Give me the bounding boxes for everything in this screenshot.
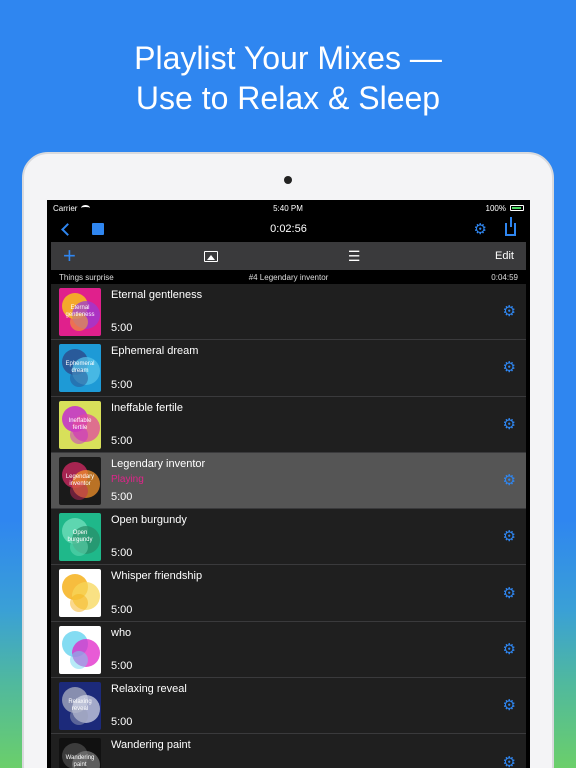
mix-title: who: [111, 626, 132, 639]
edit-button[interactable]: Edit: [495, 250, 514, 262]
battery-icon: [510, 205, 524, 211]
mix-thumbnail: [59, 625, 101, 674]
mix-duration: 5:00: [111, 716, 133, 729]
thumbnail-label: Eternal gentleness: [65, 305, 95, 318]
add-icon[interactable]: +: [63, 245, 76, 267]
thumbnail-label: Wandering paint: [65, 755, 95, 768]
app-screen: Carrier 5:40 PM 100% 0:02:56 ⚙ + ☰ Edit …: [47, 200, 530, 768]
playlist-row[interactable]: Legendary inventor Legendary inventor Pl…: [51, 452, 526, 510]
image-icon[interactable]: [203, 250, 218, 262]
mix-title: Wandering paint: [111, 739, 191, 752]
current-track: #4 Legendary inventor: [248, 272, 329, 282]
mix-settings-icon[interactable]: ⚙: [503, 642, 516, 657]
playlist-row[interactable]: Eternal gentleness Eternal gentleness 5:…: [51, 284, 526, 341]
mix-settings-icon[interactable]: ⚙: [503, 360, 516, 375]
mix-thumbnail: Relaxing reveal: [59, 682, 101, 731]
mix-settings-icon[interactable]: ⚙: [503, 586, 516, 601]
thumbnail-label: Legendary inventor: [65, 473, 95, 487]
mix-duration: 5:00: [111, 603, 133, 616]
playlist-row[interactable]: Ephemeral dream Ephemeral dream 5:00 ⚙: [51, 340, 526, 397]
headline-line-2: Use to Relax & Sleep: [135, 80, 441, 116]
list-icon[interactable]: ☰: [348, 249, 361, 263]
headline-line-1: Playlist Your Mixes —: [134, 40, 442, 76]
playlist-row[interactable]: Whisper friendship 5:00 ⚙: [51, 565, 526, 622]
mix-title: Ephemeral dream: [111, 345, 199, 358]
mix-thumbnail: Wandering paint: [59, 738, 101, 768]
playing-status: Playing: [111, 473, 144, 485]
mix-title: Relaxing reveal: [111, 683, 187, 696]
thumbnail-label: Ineffable fertile: [68, 417, 92, 431]
mix-title: Ineffable fertile: [111, 401, 183, 414]
mix-title: Open burgundy: [111, 514, 187, 527]
playlist-row[interactable]: Ineffable fertile Ineffable fertile 5:00…: [51, 396, 526, 453]
status-bar: Carrier 5:40 PM 100%: [47, 200, 530, 216]
wifi-icon: [81, 205, 91, 211]
mix-settings-icon[interactable]: ⚙: [503, 698, 516, 713]
back-icon[interactable]: [61, 222, 74, 236]
stop-icon[interactable]: [92, 223, 104, 235]
mix-title: Legendary inventor: [111, 457, 206, 470]
thumbnail-label: Open burgundy: [67, 530, 93, 544]
mix-settings-icon[interactable]: ⚙: [503, 473, 516, 488]
headline: Playlist Your Mixes — Use to Relax & Sle…: [0, 38, 576, 118]
mix-duration: 5:00: [111, 491, 133, 504]
mix-title: Eternal gentleness: [111, 289, 203, 301]
mix-duration: 5:00: [111, 547, 133, 560]
mix-thumbnail: Open burgundy: [59, 513, 101, 562]
gear-icon[interactable]: ⚙: [474, 222, 487, 237]
mix-thumbnail: Ineffable fertile: [59, 400, 101, 449]
thumbnail-label: Ephemeral dream: [65, 361, 95, 375]
playlist-row[interactable]: Wandering paint Wandering paint ⚙: [51, 734, 526, 768]
now-playing-bar: Things surprise #4 Legendary inventor 0:…: [51, 270, 526, 284]
thumbnail-label: Relaxing reveal: [68, 699, 92, 713]
mix-duration: 5:00: [111, 434, 133, 447]
nav-bar: 0:02:56 ⚙: [47, 216, 530, 242]
mix-thumbnail: Legendary inventor: [59, 456, 101, 505]
playback-timer: 0:02:56: [270, 223, 307, 235]
mix-duration: 5:00: [111, 322, 133, 335]
mix-settings-icon[interactable]: ⚙: [503, 304, 516, 319]
playlist-row[interactable]: Open burgundy Open burgundy 5:00 ⚙: [51, 509, 526, 566]
playlist-row[interactable]: who 5:00 ⚙: [51, 621, 526, 679]
playlist: Eternal gentleness Eternal gentleness 5:…: [51, 284, 526, 768]
camera-icon: [284, 176, 292, 184]
mix-thumbnail: Eternal gentleness: [59, 288, 101, 336]
mix-settings-icon[interactable]: ⚙: [503, 529, 516, 544]
mix-thumbnail: Ephemeral dream: [59, 344, 101, 393]
mix-duration: 5:00: [111, 660, 133, 673]
mix-thumbnail: [59, 569, 101, 618]
carrier-label: Carrier: [53, 203, 78, 213]
mix-title: Whisper friendship: [111, 570, 203, 583]
clock: 5:40 PM: [273, 203, 303, 213]
playlist-row[interactable]: Relaxing reveal Relaxing reveal 5:00 ⚙: [51, 678, 526, 735]
share-icon[interactable]: [505, 216, 516, 236]
mix-duration: 5:00: [111, 378, 133, 391]
battery-percent: 100%: [485, 203, 506, 213]
mix-settings-icon[interactable]: ⚙: [503, 417, 516, 432]
toolbar: + ☰ Edit: [51, 242, 526, 270]
mix-settings-icon[interactable]: ⚙: [503, 755, 516, 768]
